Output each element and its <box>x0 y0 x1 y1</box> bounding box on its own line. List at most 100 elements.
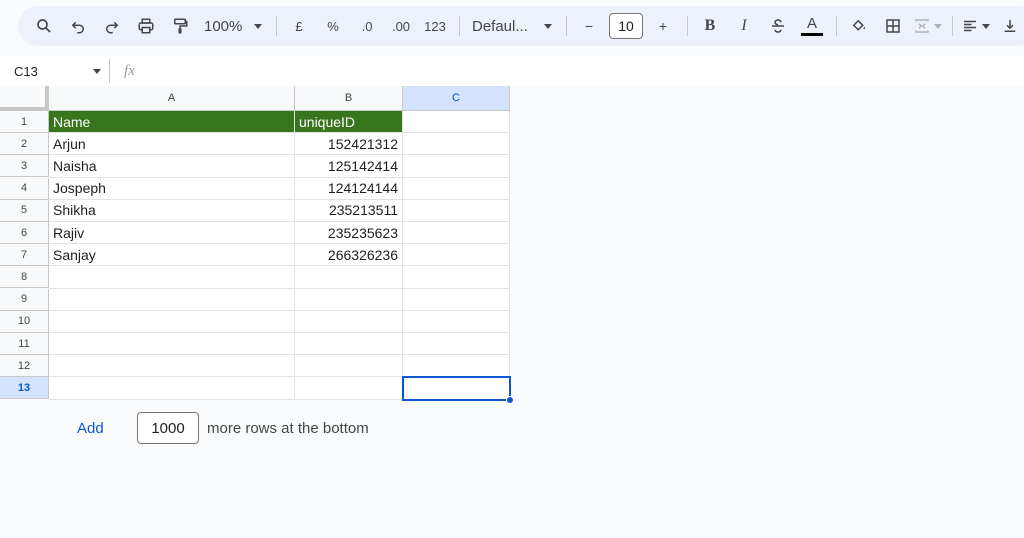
fill-color-icon[interactable] <box>845 12 873 40</box>
id-cell[interactable]: 266326236 <box>295 244 403 267</box>
toolbar: 100% £ % .0 .00 123 Defaul... − 10 + B I… <box>18 6 1024 46</box>
empty-cell[interactable] <box>49 355 295 378</box>
id-cell[interactable]: 124124144 <box>295 177 403 200</box>
row-header-10[interactable]: 10 <box>0 310 49 333</box>
formula-bar: C13 fx <box>0 56 1024 86</box>
empty-cell[interactable] <box>403 199 510 222</box>
chevron-down-icon <box>982 23 990 29</box>
empty-cell[interactable] <box>403 133 510 156</box>
empty-cell[interactable] <box>49 266 295 289</box>
print-icon[interactable] <box>132 12 160 40</box>
id-cell[interactable]: 125142414 <box>295 155 403 178</box>
empty-cell[interactable] <box>403 288 510 311</box>
merge-icon[interactable] <box>913 12 942 40</box>
empty-cell[interactable] <box>403 310 510 333</box>
row-header-3[interactable]: 3 <box>0 155 49 178</box>
borders-icon[interactable] <box>879 12 907 40</box>
empty-cell[interactable] <box>295 333 403 356</box>
row-header-12[interactable]: 12 <box>0 355 49 378</box>
empty-cell[interactable] <box>295 377 403 400</box>
row-header-1[interactable]: 1 <box>0 111 49 133</box>
empty-cell[interactable] <box>403 355 510 378</box>
chevron-down-icon <box>254 23 262 29</box>
redo-icon[interactable] <box>98 12 126 40</box>
zoom-select[interactable]: 100% <box>200 12 266 40</box>
chevron-down-icon <box>93 68 101 74</box>
undo-icon[interactable] <box>64 12 92 40</box>
align-icon[interactable] <box>961 12 990 40</box>
increase-decimal-button[interactable]: .00 <box>387 12 415 40</box>
empty-cell[interactable] <box>49 333 295 356</box>
paint-format-icon[interactable] <box>166 12 194 40</box>
formula-input[interactable] <box>145 60 945 82</box>
empty-cell[interactable] <box>295 310 403 333</box>
row-header-9[interactable]: 9 <box>0 288 49 311</box>
row-header-11[interactable]: 11 <box>0 333 49 355</box>
percent-format-button[interactable]: % <box>319 12 347 40</box>
header-cell[interactable]: uniqueID <box>295 111 403 134</box>
id-cell[interactable]: 152421312 <box>295 133 403 156</box>
empty-cell[interactable] <box>49 288 295 311</box>
empty-cell[interactable] <box>49 377 295 400</box>
empty-cell[interactable] <box>403 177 510 200</box>
empty-cell[interactable] <box>403 111 510 134</box>
add-rows-button[interactable]: Add <box>77 420 104 437</box>
id-cell[interactable]: 235235623 <box>295 222 403 245</box>
divider <box>276 16 277 36</box>
name-cell[interactable]: Naisha <box>49 155 295 178</box>
empty-cell[interactable] <box>403 222 510 245</box>
row-header-4[interactable]: 4 <box>0 177 49 200</box>
name-cell[interactable]: Arjun <box>49 133 295 156</box>
text-color-button[interactable]: A <box>798 12 826 40</box>
empty-cell[interactable] <box>295 355 403 378</box>
valign-icon[interactable] <box>996 12 1024 40</box>
add-rows-count-input[interactable]: 1000 <box>137 412 199 444</box>
empty-cell[interactable] <box>403 244 510 267</box>
decrease-font-size-button[interactable]: − <box>575 12 603 40</box>
name-cell[interactable]: Sanjay <box>49 244 295 267</box>
id-cell[interactable]: 235213511 <box>295 199 403 222</box>
selected-cell-outline <box>402 376 511 401</box>
cell-reference: C13 <box>14 63 38 79</box>
name-box[interactable]: C13 <box>0 59 110 83</box>
search-icon[interactable] <box>30 12 58 40</box>
increase-decimal-label: .00 <box>391 18 411 34</box>
divider <box>566 16 567 36</box>
name-cell[interactable]: Shikha <box>49 199 295 222</box>
row-header-2[interactable]: 2 <box>0 133 49 156</box>
row-header-7[interactable]: 7 <box>0 244 49 267</box>
empty-cell[interactable] <box>403 333 510 356</box>
empty-cell[interactable] <box>295 266 403 289</box>
bold-button[interactable]: B <box>696 12 724 40</box>
font-name: Defaul... <box>472 17 528 35</box>
italic-button[interactable]: I <box>730 12 758 40</box>
divider <box>836 16 837 36</box>
column-header-b[interactable]: B <box>295 86 403 111</box>
number-format-button[interactable]: 123 <box>421 12 449 40</box>
text-color-swatch <box>801 33 823 36</box>
row-header-5[interactable]: 5 <box>0 199 49 222</box>
zoom-value: 100% <box>204 17 243 35</box>
strikethrough-icon[interactable] <box>764 12 792 40</box>
row-header-6[interactable]: 6 <box>0 222 49 244</box>
empty-cell[interactable] <box>403 155 510 178</box>
decrease-decimal-button[interactable]: .0 <box>353 12 381 40</box>
empty-cell[interactable] <box>295 288 403 311</box>
name-cell[interactable]: Jospeph <box>49 177 295 200</box>
name-cell[interactable]: Rajiv <box>49 222 295 245</box>
row-header-8[interactable]: 8 <box>0 266 49 289</box>
row-header-13[interactable]: 13 <box>0 377 49 400</box>
divider <box>952 16 953 36</box>
empty-cell[interactable] <box>403 266 510 289</box>
divider <box>687 16 688 36</box>
font-size-input[interactable]: 10 <box>609 13 643 39</box>
font-select[interactable]: Defaul... <box>468 12 556 40</box>
column-header-a[interactable]: A <box>49 86 295 111</box>
select-all-corner[interactable] <box>0 86 49 111</box>
header-cell[interactable]: Name <box>49 111 295 134</box>
increase-font-size-button[interactable]: + <box>649 12 677 40</box>
currency-format-button[interactable]: £ <box>285 12 313 40</box>
column-header-c[interactable]: C <box>403 86 510 111</box>
fill-handle[interactable] <box>506 395 514 404</box>
empty-cell[interactable] <box>49 310 295 333</box>
